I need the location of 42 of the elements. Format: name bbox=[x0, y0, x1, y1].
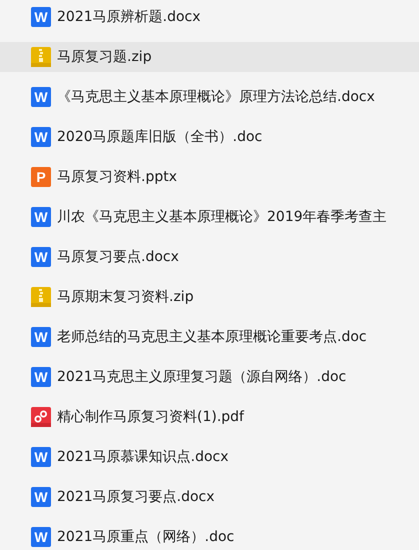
file-row[interactable]: W 马原复习要点.docx bbox=[0, 242, 419, 272]
file-name: 老师总结的马克思主义基本原理概论重要考点.doc bbox=[57, 328, 367, 346]
file-row[interactable]: 马原期末复习资料.zip bbox=[0, 282, 419, 312]
word-file-icon: W bbox=[31, 247, 51, 267]
file-row[interactable]: W 2021马原重点（网络）.doc bbox=[0, 522, 419, 550]
pdf-file-icon bbox=[31, 407, 51, 427]
file-name: 2021马原复习要点.docx bbox=[57, 488, 215, 506]
file-row[interactable]: W 2020马原题库旧版（全书）.doc bbox=[0, 122, 419, 152]
file-name: 马原复习要点.docx bbox=[57, 248, 179, 266]
file-row[interactable]: W 川农《马克思主义基本原理概论》2019年春季考查主 bbox=[0, 202, 419, 232]
file-name: 2021马原辨析题.docx bbox=[57, 8, 201, 26]
word-file-icon: W bbox=[31, 207, 51, 227]
file-name: 2021马原慕课知识点.docx bbox=[57, 448, 229, 466]
file-row[interactable]: W 2021马原复习要点.docx bbox=[0, 482, 419, 512]
powerpoint-file-icon: P bbox=[31, 167, 51, 187]
file-row[interactable]: W 2021马原慕课知识点.docx bbox=[0, 442, 419, 472]
file-name: 马原复习资料.pptx bbox=[57, 168, 177, 186]
file-name: 精心制作马原复习资料(1).pdf bbox=[57, 408, 244, 426]
file-name: 2021马原重点（网络）.doc bbox=[57, 528, 234, 546]
file-row[interactable]: W 2021马原辨析题.docx bbox=[0, 2, 419, 32]
file-row[interactable]: W 老师总结的马克思主义基本原理概论重要考点.doc bbox=[0, 322, 419, 352]
file-name: 2021马克思主义原理复习题（源自网络）.doc bbox=[57, 368, 346, 386]
file-row[interactable]: W 《马克思主义基本原理概论》原理方法论总结.docx bbox=[0, 82, 419, 112]
file-name: 马原复习题.zip bbox=[57, 48, 152, 66]
file-name: 川农《马克思主义基本原理概论》2019年春季考查主 bbox=[57, 208, 387, 226]
word-file-icon: W bbox=[31, 367, 51, 387]
word-file-icon: W bbox=[31, 527, 51, 547]
file-row[interactable]: 精心制作马原复习资料(1).pdf bbox=[0, 402, 419, 432]
file-name: 马原期末复习资料.zip bbox=[57, 288, 194, 306]
file-name: 《马克思主义基本原理概论》原理方法论总结.docx bbox=[57, 88, 375, 106]
file-name: 2020马原题库旧版（全书）.doc bbox=[57, 128, 262, 146]
word-file-icon: W bbox=[31, 7, 51, 27]
word-file-icon: W bbox=[31, 447, 51, 467]
file-row[interactable]: P 马原复习资料.pptx bbox=[0, 162, 419, 192]
word-file-icon: W bbox=[31, 327, 51, 347]
zip-file-icon bbox=[31, 287, 51, 307]
file-row[interactable]: 马原复习题.zip bbox=[0, 42, 419, 72]
zip-file-icon bbox=[31, 47, 51, 67]
word-file-icon: W bbox=[31, 127, 51, 147]
word-file-icon: W bbox=[31, 87, 51, 107]
word-file-icon: W bbox=[31, 487, 51, 507]
file-row[interactable]: W 2021马克思主义原理复习题（源自网络）.doc bbox=[0, 362, 419, 392]
